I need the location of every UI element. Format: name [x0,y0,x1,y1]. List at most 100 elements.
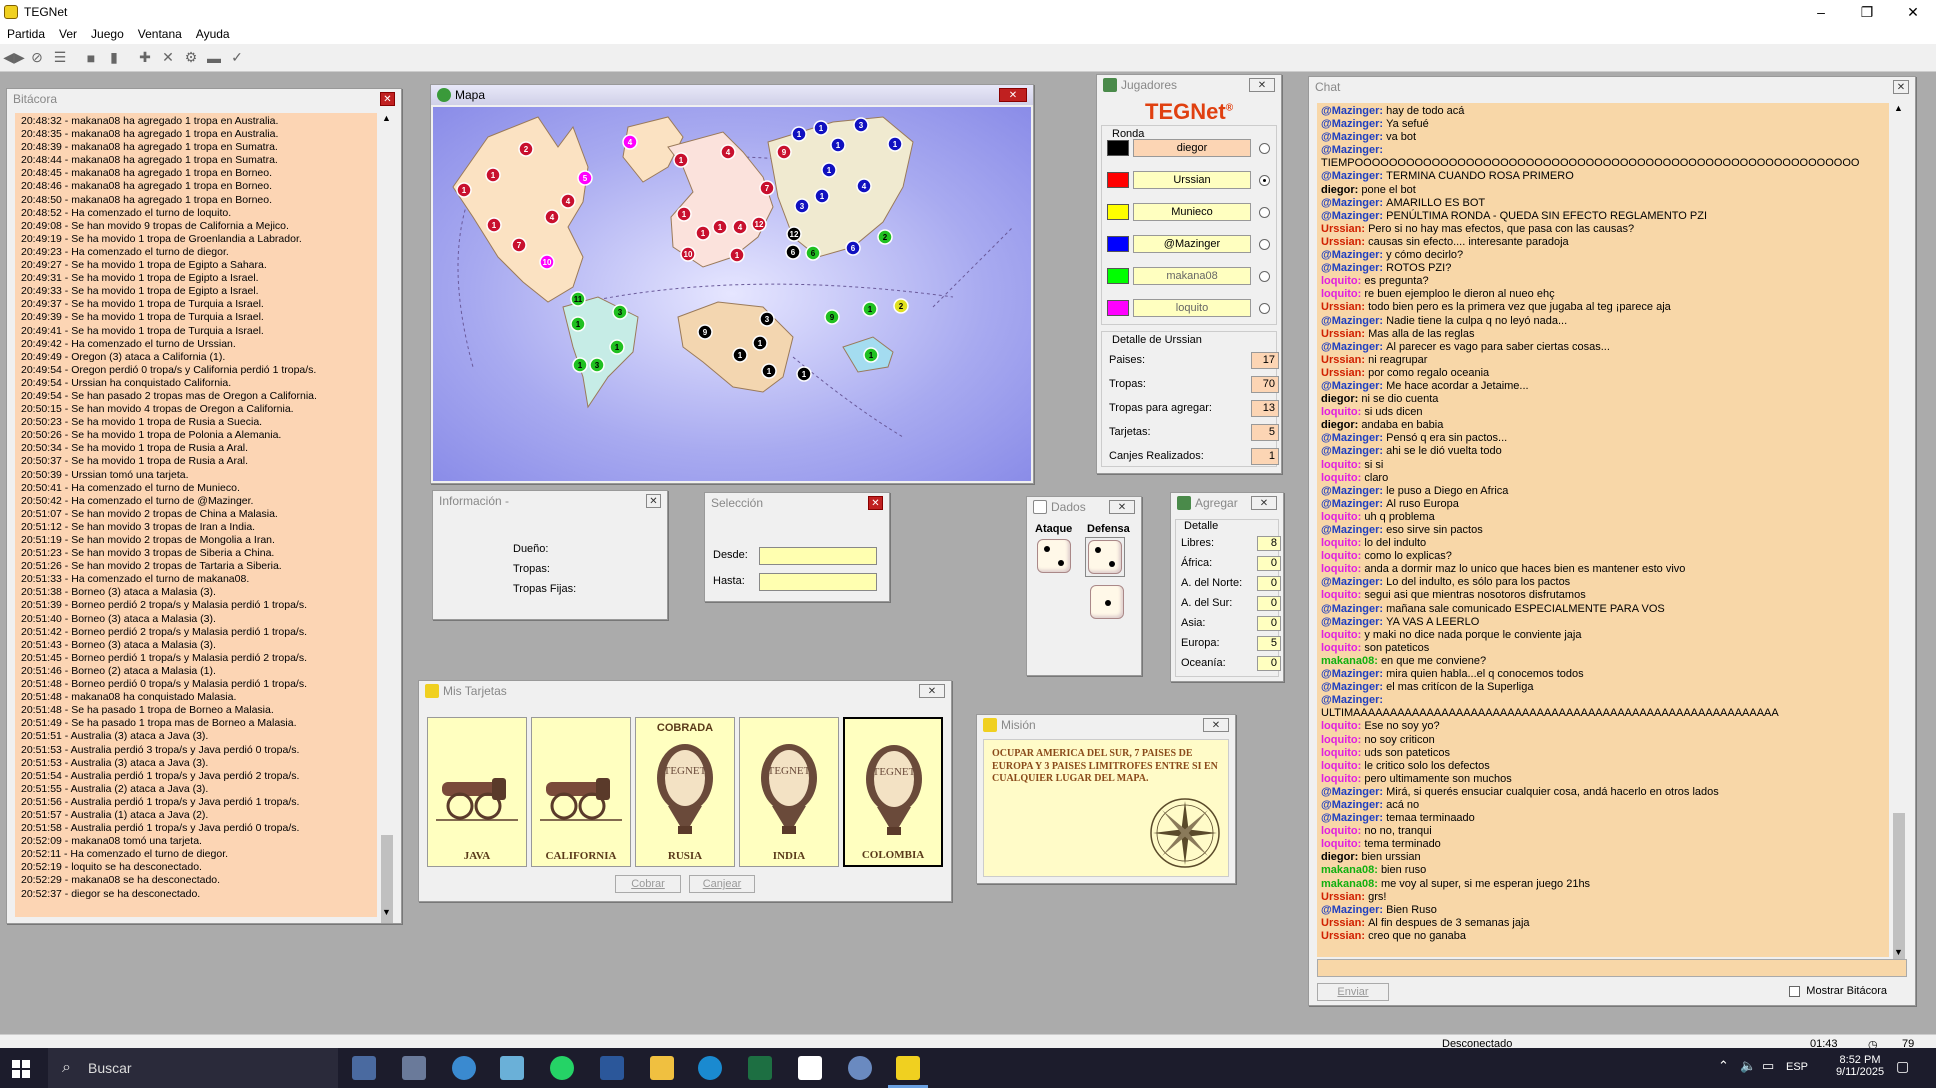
menu-ver[interactable]: Ver [52,27,84,41]
maximize-button[interactable]: ❐ [1844,0,1890,24]
troop-marker[interactable]: 1 [732,347,748,363]
taskbar-app-calculator-icon[interactable] [402,1056,426,1080]
close-mission-button[interactable]: ✕ [1203,718,1229,732]
taskbar-clock[interactable]: 8:52 PM 9/11/2025 [1830,1054,1890,1078]
troop-marker[interactable]: 1 [609,339,625,355]
troop-marker[interactable]: 1 [570,316,586,332]
list-icon[interactable]: ☰ [50,48,70,68]
save-icon[interactable]: ■ [81,48,101,68]
disconnect-icon[interactable]: ⊘ [27,48,47,68]
taskbar-app-whatsapp-icon[interactable] [550,1056,574,1080]
troop-marker[interactable]: 1 [695,225,711,241]
windows-start-icon[interactable] [12,1060,30,1078]
player-row[interactable]: makana08 [1107,265,1277,287]
player-row[interactable]: loquito [1107,297,1277,319]
troop-marker[interactable]: 1 [676,206,692,222]
troop-marker[interactable]: 1 [752,335,768,351]
close-add-button[interactable]: ✕ [1251,496,1277,510]
troop-marker[interactable]: 4 [720,144,736,160]
taskbar-app-word-icon[interactable] [600,1056,624,1080]
player-row[interactable]: Urssian [1107,169,1277,191]
country-card[interactable]: TEGNET INDIA [739,717,839,867]
troop-marker[interactable]: 1 [729,247,745,263]
troop-marker[interactable]: 10 [539,254,555,270]
close-map-button[interactable]: ✕ [999,88,1027,102]
player-row[interactable]: Munieco [1107,201,1277,223]
close-cards-button[interactable]: ✕ [919,684,945,698]
troop-marker[interactable]: 1 [862,301,878,317]
notifications-icon[interactable]: ▢ [1896,1058,1909,1075]
close-log-button[interactable]: ✕ [380,92,395,106]
network-icon[interactable]: ▭ [1762,1058,1774,1074]
troop-marker[interactable]: 1 [486,217,502,233]
troop-marker[interactable]: 2 [893,298,909,314]
minimize-button[interactable]: – [1798,0,1844,24]
to-field[interactable] [759,573,877,591]
troop-marker[interactable]: 1 [796,366,812,382]
menu-partida[interactable]: Partida [0,27,52,41]
troop-marker[interactable]: 6 [845,240,861,256]
close-players-button[interactable]: ✕ [1249,78,1275,92]
troop-marker[interactable]: 12 [786,226,802,242]
regroup-icon[interactable]: ⚙ [181,48,201,68]
show-log-toggle[interactable]: Mostrar Bitácora [1789,985,1887,997]
connect-icon[interactable]: ◀▶ [3,48,25,68]
troop-marker[interactable]: 1 [456,182,472,198]
taskbar-search[interactable]: ⌕ Buscar [48,1048,338,1088]
taskbar-app-excel-icon[interactable] [748,1056,772,1080]
volume-icon[interactable]: 🔈 [1740,1058,1756,1074]
troop-marker[interactable]: 1 [830,137,846,153]
taskbar-app-r-icon[interactable] [848,1056,872,1080]
add-icon[interactable]: ✚ [135,48,155,68]
show-log-checkbox[interactable] [1789,985,1801,997]
troop-marker[interactable]: 7 [759,180,775,196]
troop-marker[interactable]: 9 [697,324,713,340]
country-card[interactable]: COBRADA TEGNET RUSIA [635,717,735,867]
send-button[interactable]: Enviar [1317,983,1389,1001]
troop-marker[interactable]: 1 [821,162,837,178]
taskbar-app-chat-icon[interactable] [452,1056,476,1080]
card-icon[interactable]: ▬ [204,48,224,68]
close-chat-button[interactable]: ✕ [1893,80,1909,94]
taskbar-app-edge-icon[interactable] [698,1056,722,1080]
troop-marker[interactable]: 2 [877,229,893,245]
troop-marker[interactable]: 3 [759,311,775,327]
troop-marker[interactable]: 1 [761,363,777,379]
troop-marker[interactable]: 10 [680,246,696,262]
troop-marker[interactable]: 7 [511,237,527,253]
close-window-button[interactable]: ✕ [1890,0,1936,24]
tray-chevron-icon[interactable]: ⌃ [1718,1058,1729,1074]
attack-icon[interactable]: ✕ [158,48,178,68]
close-selection-button[interactable]: ✕ [868,496,883,510]
chat-scrollbar[interactable]: ▲ ▼ [1891,103,1907,963]
country-card[interactable]: TEGNET COLOMBIA [843,717,943,867]
exchange-button[interactable]: Canjear [689,875,755,893]
troop-marker[interactable]: 4 [856,178,872,194]
close-info-button[interactable]: ✕ [646,494,661,508]
troop-marker[interactable]: 1 [712,219,728,235]
taskbar-app-en-icon[interactable] [798,1056,822,1080]
troop-marker[interactable]: 4 [732,219,748,235]
troop-marker[interactable]: 1 [887,136,903,152]
troop-marker[interactable]: 1 [863,347,879,363]
troop-marker[interactable]: 1 [485,167,501,183]
troop-marker[interactable]: 1 [813,120,829,136]
collect-button[interactable]: Cobrar [615,875,681,893]
from-field[interactable] [759,547,877,565]
troop-marker[interactable]: 3 [853,117,869,133]
log-scrollbar[interactable]: ▲ ▼ [379,113,395,923]
chat-input[interactable] [1317,959,1907,977]
language-indicator[interactable]: ESP [1786,1061,1808,1073]
taskbar-app-paint-icon[interactable] [352,1056,376,1080]
world-map[interactable]: 2 1 1 4 4 1 7 5 4 10 1 4 1 7 9 4 1 12 10 1 1 1 1 1 3 1 1 1 4 3 6 2 12 6 6 1… [433,107,1031,481]
player-row[interactable]: @Mazinger [1107,233,1277,255]
troop-marker[interactable]: 1 [673,152,689,168]
end-turn-icon[interactable]: ✓ [227,48,247,68]
troop-marker[interactable]: 3 [612,304,628,320]
troop-marker[interactable]: 4 [622,134,638,150]
troop-marker[interactable]: 6 [785,244,801,260]
player-row[interactable]: diegor [1107,137,1277,159]
troop-marker[interactable]: 6 [805,245,821,261]
troop-marker[interactable]: 11 [570,291,586,307]
country-card[interactable]: JAVA [427,717,527,867]
